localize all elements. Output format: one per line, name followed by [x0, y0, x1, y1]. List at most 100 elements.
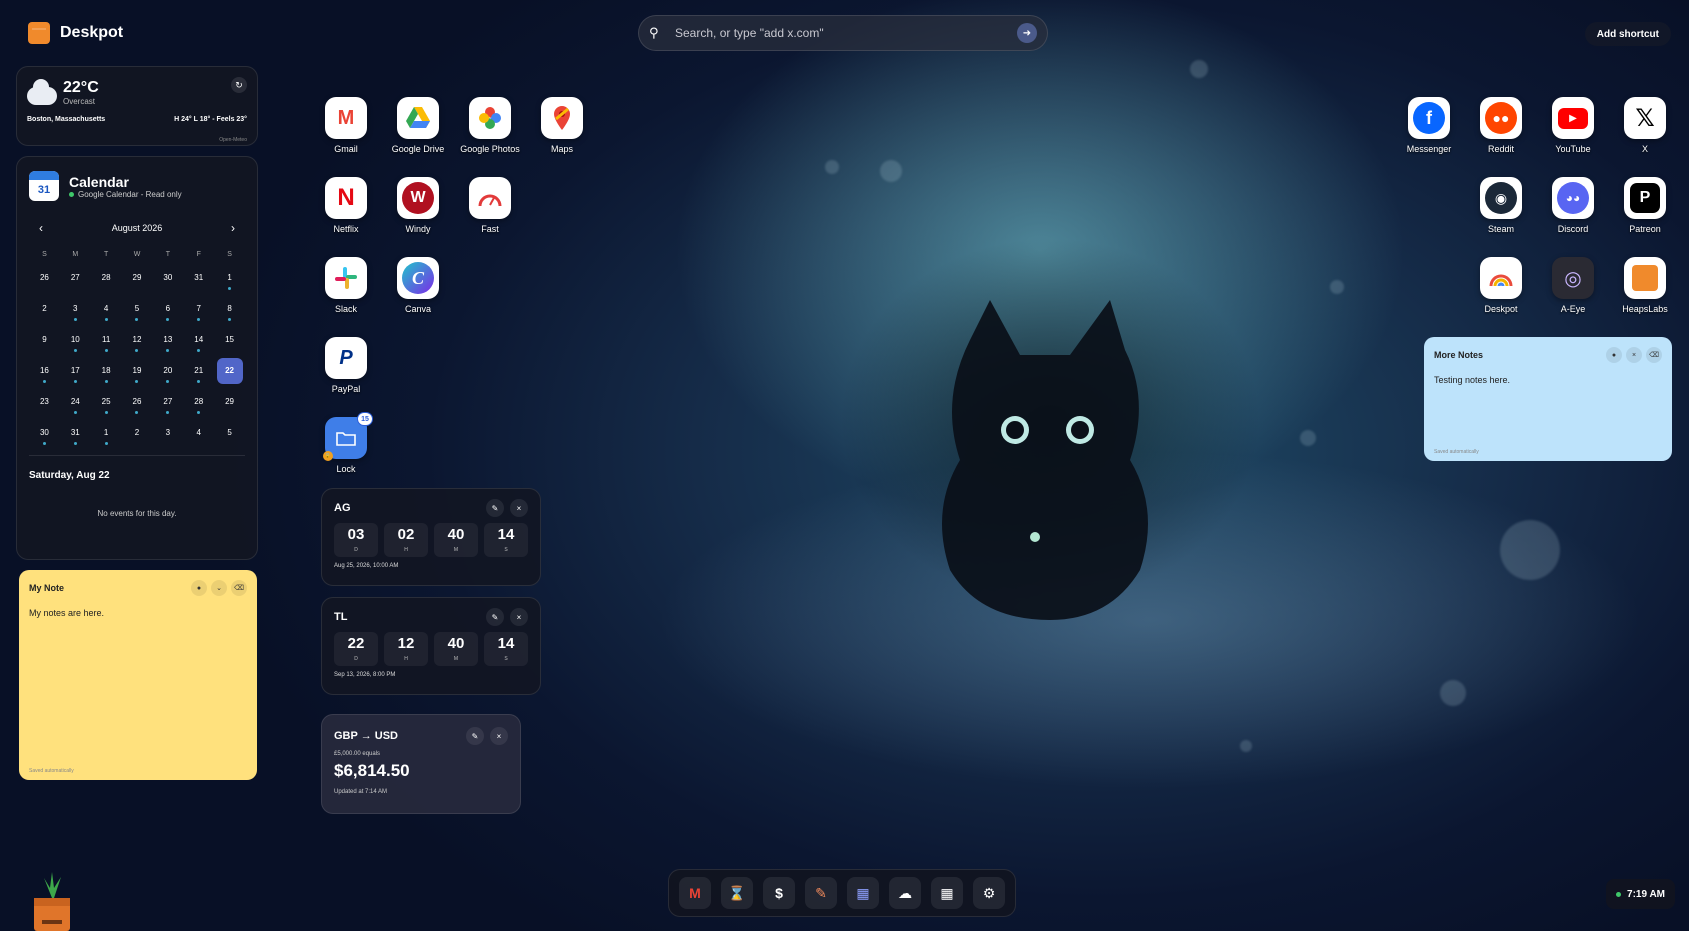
calendar-day[interactable]: 4	[91, 296, 122, 327]
calendar-day[interactable]: 13	[152, 327, 183, 358]
note-color-button[interactable]: ●	[191, 580, 207, 596]
close-icon[interactable]: ×	[1626, 347, 1642, 363]
calendar-day[interactable]: 16	[29, 358, 60, 389]
app-fast[interactable]: Fast	[454, 177, 526, 235]
calendar-day[interactable]: 14	[183, 327, 214, 358]
calendar-day[interactable]: 8	[214, 296, 245, 327]
app-youtube[interactable]: ▶ YouTube	[1537, 97, 1609, 155]
calendar-day[interactable]: 19	[122, 358, 153, 389]
calendar-day[interactable]: 28	[183, 389, 214, 420]
weather-source[interactable]: Open-Meteo	[219, 137, 247, 143]
app-steam[interactable]: ◉ Steam	[1465, 177, 1537, 235]
calculator-icon[interactable]: ▦	[931, 877, 963, 909]
edit-icon[interactable]: ✎	[486, 608, 504, 626]
calendar-day[interactable]: 22	[214, 358, 245, 389]
app-netflix[interactable]: N Netflix	[310, 177, 382, 235]
calendar-day[interactable]: 26	[122, 389, 153, 420]
calendar-day[interactable]: 5	[122, 296, 153, 327]
app-heapslabs[interactable]: HeapsLabs	[1609, 257, 1681, 315]
delete-icon[interactable]: ⌫	[231, 580, 247, 596]
calendar-day[interactable]: 26	[29, 265, 60, 296]
calendar-day[interactable]: 11	[91, 327, 122, 358]
app-canva[interactable]: C Canva	[382, 257, 454, 315]
calendar-icon[interactable]: ▦	[847, 877, 879, 909]
calendar-day[interactable]: 27	[60, 265, 91, 296]
more-notes-widget[interactable]: More Notes ● × ⌫ Testing notes here. Sav…	[1424, 337, 1672, 461]
calendar-day[interactable]: 29	[122, 265, 153, 296]
weekday-header: S	[42, 251, 47, 258]
calendar-day[interactable]: 15	[214, 327, 245, 358]
gmail-icon[interactable]: M	[679, 877, 711, 909]
calendar-day[interactable]: 10	[60, 327, 91, 358]
calendar-day[interactable]: 2	[29, 296, 60, 327]
app-paypal[interactable]: P PayPal	[310, 337, 382, 395]
close-icon[interactable]: ×	[490, 727, 508, 745]
close-icon[interactable]: ×	[510, 608, 528, 626]
edit-icon[interactable]: ✎	[466, 727, 484, 745]
calendar-day[interactable]: 3	[152, 420, 183, 451]
search-bar[interactable]: ⚲ ➜	[638, 15, 1048, 51]
calendar-day[interactable]: 12	[122, 327, 153, 358]
app-maps[interactable]: Maps	[526, 97, 598, 155]
fast-icon	[469, 177, 511, 219]
prev-month-button[interactable]: ‹	[39, 221, 43, 235]
edit-icon[interactable]: ✎	[486, 499, 504, 517]
calendar-day[interactable]: 5	[214, 420, 245, 451]
collapse-icon[interactable]: ⌄	[211, 580, 227, 596]
calendar-day[interactable]: 30	[152, 265, 183, 296]
app-a-eye[interactable]: ◎ A-Eye	[1537, 257, 1609, 315]
my-note-widget[interactable]: My Note ● ⌄ ⌫ My notes are here. Saved a…	[19, 570, 257, 780]
app-x[interactable]: 𝕏 X	[1609, 97, 1681, 155]
next-month-button[interactable]: ›	[231, 221, 235, 235]
app-deskpot[interactable]: Deskpot	[1465, 257, 1537, 315]
app-reddit[interactable]: ●● Reddit	[1465, 97, 1537, 155]
add-shortcut-button[interactable]: Add shortcut	[1584, 22, 1671, 46]
app-gmail[interactable]: M Gmail	[310, 97, 382, 155]
app-google-drive[interactable]: Google Drive	[382, 97, 454, 155]
note-body[interactable]: Testing notes here.	[1434, 375, 1662, 385]
calendar-day[interactable]: 23	[29, 389, 60, 420]
search-input[interactable]	[667, 26, 1017, 40]
app-patreon[interactable]: P Patreon	[1609, 177, 1681, 235]
app-lock-folder[interactable]: 15 🔒 Lock	[310, 412, 382, 475]
calendar-day[interactable]: 21	[183, 358, 214, 389]
calendar-day[interactable]: 30	[29, 420, 60, 451]
calendar-day[interactable]: 18	[91, 358, 122, 389]
note-body[interactable]: My notes are here.	[29, 608, 247, 618]
calendar-day[interactable]: 28	[91, 265, 122, 296]
calendar-day[interactable]: 9	[29, 327, 60, 358]
calendar-day[interactable]: 1	[214, 265, 245, 296]
calendar-day[interactable]: 1	[91, 420, 122, 451]
app-discord[interactable]: ◕◕ Discord	[1537, 177, 1609, 235]
app-windy[interactable]: W Windy	[382, 177, 454, 235]
calendar-day[interactable]: 31	[183, 265, 214, 296]
settings-icon[interactable]: ⚙	[973, 877, 1005, 909]
calendar-day[interactable]: 2	[122, 420, 153, 451]
calendar-day[interactable]: 6	[152, 296, 183, 327]
app-slack[interactable]: Slack	[310, 257, 382, 315]
calendar-day[interactable]: 17	[60, 358, 91, 389]
hourglass-icon[interactable]: ⌛	[721, 877, 753, 909]
calendar-day[interactable]: 4	[183, 420, 214, 451]
note-color-button[interactable]: ●	[1606, 347, 1622, 363]
note-icon[interactable]: ✎	[805, 877, 837, 909]
calendar-day[interactable]: 31	[60, 420, 91, 451]
delete-icon[interactable]: ⌫	[1646, 347, 1662, 363]
calendar-day[interactable]: 20	[152, 358, 183, 389]
reddit-icon: ●●	[1480, 97, 1522, 139]
calendar-day[interactable]: 25	[91, 389, 122, 420]
app-messenger[interactable]: f Messenger	[1393, 97, 1465, 155]
close-icon[interactable]: ×	[510, 499, 528, 517]
calendar-day[interactable]: 29	[214, 389, 245, 420]
voice-search-icon[interactable]: ➜	[1017, 23, 1037, 43]
calendar-day[interactable]: 27	[152, 389, 183, 420]
refresh-icon[interactable]: ↻	[231, 77, 247, 93]
app-google-photos[interactable]: Google Photos	[454, 97, 526, 155]
calendar-day[interactable]: 24	[60, 389, 91, 420]
calendar-day[interactable]: 7	[183, 296, 214, 327]
dollar-icon[interactable]: $	[763, 877, 795, 909]
lock-icon: 🔒	[323, 451, 333, 461]
brand[interactable]: Deskpot	[28, 22, 123, 44]
weather-icon[interactable]: ☁	[889, 877, 921, 909]
calendar-day[interactable]: 3	[60, 296, 91, 327]
